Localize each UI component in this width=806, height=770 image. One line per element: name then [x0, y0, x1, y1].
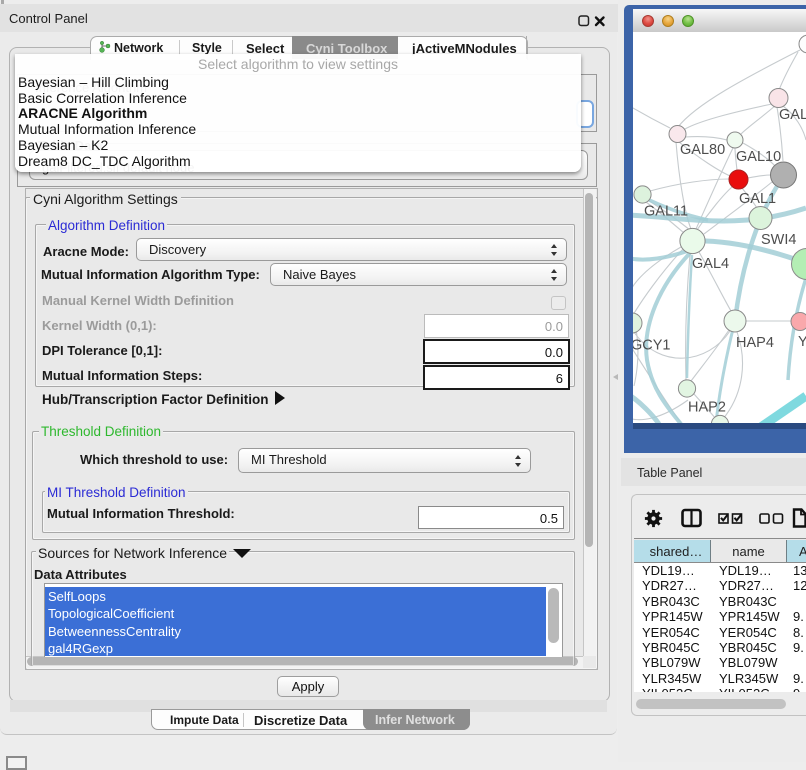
svg-text:GAL: GAL — [779, 107, 806, 123]
svg-text:GAL4: GAL4 — [692, 256, 729, 272]
svg-text:GAL10: GAL10 — [736, 149, 781, 165]
svg-text:Y: Y — [798, 334, 806, 350]
svg-text:HAP4: HAP4 — [736, 335, 774, 351]
svg-text:GCY1: GCY1 — [633, 338, 671, 354]
svg-text:HAP2: HAP2 — [688, 400, 726, 416]
svg-text:GAL1: GAL1 — [739, 191, 776, 207]
svg-text:GAL11: GAL11 — [644, 204, 688, 220]
svg-text:GAL80: GAL80 — [680, 142, 725, 158]
svg-text:SWI4: SWI4 — [761, 232, 796, 248]
